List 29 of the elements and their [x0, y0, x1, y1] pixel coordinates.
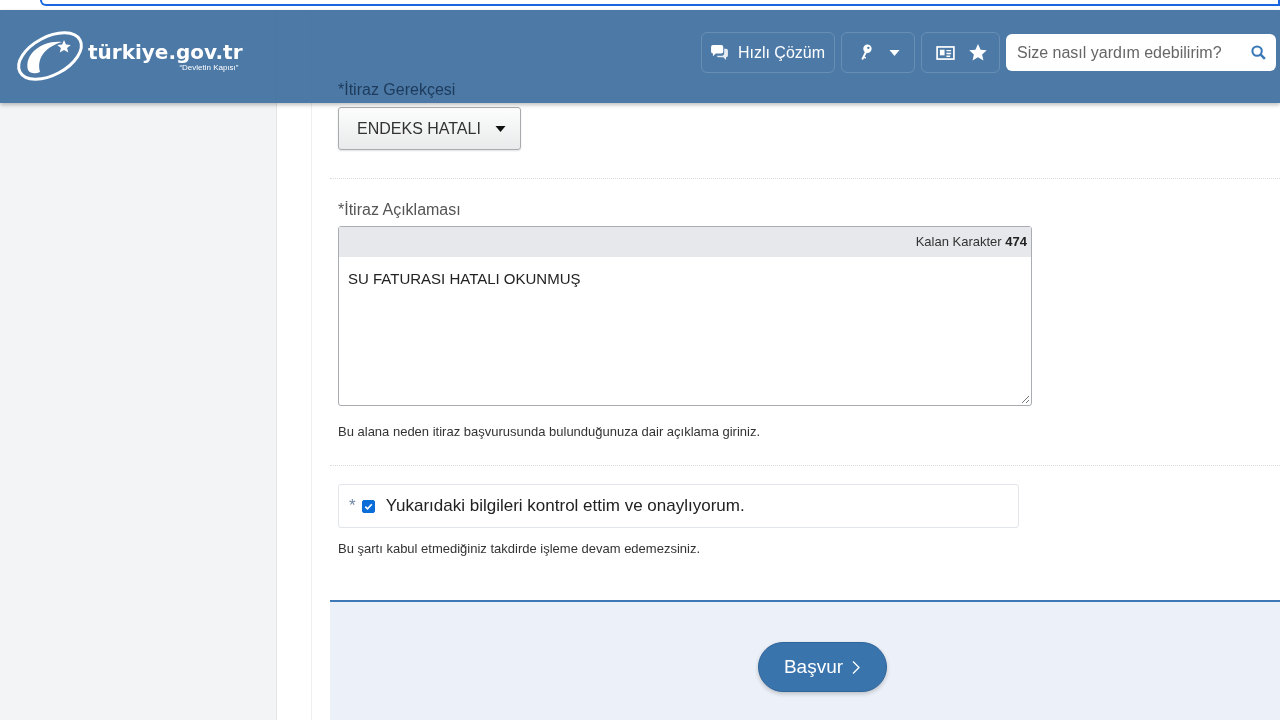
help-text: Bu şartı kabul etmediğiniz takdirde işleme devam edemezsiniz. [338, 541, 700, 557]
star-icon [969, 44, 987, 61]
caret-icon [494, 125, 506, 132]
id-card-favorites-button[interactable] [921, 32, 1000, 73]
reason-dropdown[interactable]: ENDEKS HATALI [338, 107, 521, 150]
character-counter: Kalan Karakter 474 [339, 227, 1031, 257]
search-field[interactable]: Size nasıl yardım edebilirim? [1006, 34, 1276, 71]
id-card-icon [936, 45, 955, 60]
logo-wordmark[interactable]: türkiye.gov.tr [88, 40, 243, 63]
checkbox-label[interactable]: Yukarıdaki bilgileri kontrol ettim ve onaylıyorum. [385, 496, 745, 516]
required-mark: * [349, 496, 356, 516]
crescent-star-logo-icon[interactable] [14, 28, 86, 84]
address-field[interactable] [40, 0, 1280, 6]
search-icon[interactable] [1251, 45, 1266, 60]
login-menu-button[interactable] [841, 32, 915, 73]
quick-solution-button[interactable]: Hızlı Çözüm [700, 32, 835, 73]
key-icon [860, 44, 873, 61]
description-field[interactable]: Kalan Karakter 474 SU FATURASI HATALI OKUNMUŞ [338, 226, 1032, 406]
chevron-right-icon [852, 659, 861, 675]
help-text: Bu alana neden itiraz başvurusunda bulunduğunuza dair açıklama giriniz. [338, 424, 761, 440]
logo-tagline: “Devletin Kapısı” [179, 62, 239, 72]
field-label: *İtiraz Gerekçesi [338, 80, 456, 100]
caret-icon [889, 49, 900, 56]
field-value: SU FATURASI HATALI OKUNMUŞ [348, 270, 581, 287]
chat-bubbles-icon [709, 45, 729, 60]
field-label: *İtiraz Açıklaması [338, 200, 461, 220]
resize-grip-icon[interactable] [1020, 394, 1030, 404]
checkbox[interactable] [361, 499, 375, 513]
submit-button[interactable]: Başvur [757, 642, 887, 692]
